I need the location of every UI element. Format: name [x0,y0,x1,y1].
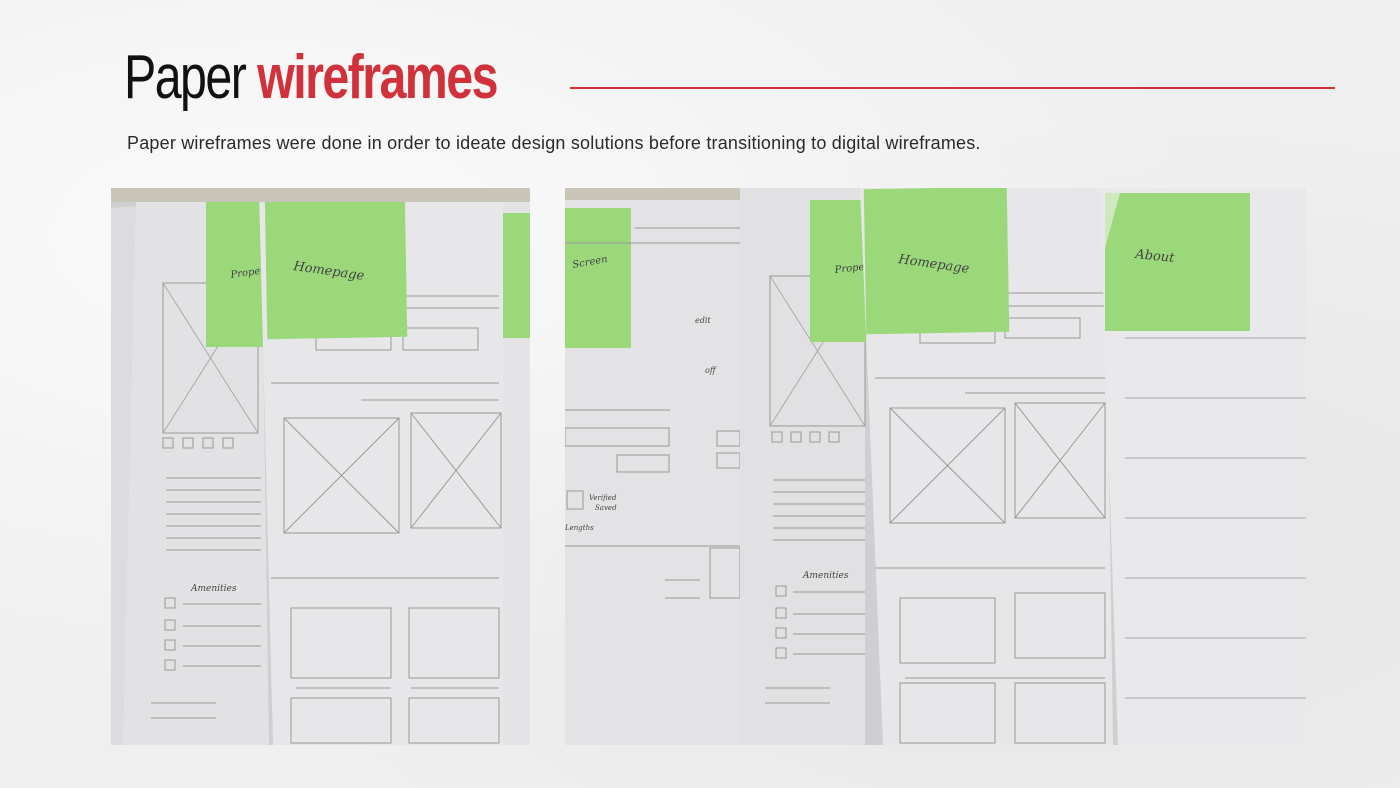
title-divider [570,87,1335,89]
amenities-label: Amenities [190,584,237,594]
wireframe-photo-2-illustration: Screen edit off Verified Saved Lengths A… [565,188,1306,745]
page-subtitle: Paper wireframes were done in order to i… [127,133,981,153]
small-label: Verified [589,494,617,502]
title-plain: Paper [124,43,247,112]
small-label: Lengths [565,524,594,532]
small-label: edit [695,316,711,325]
small-label: off [705,366,717,375]
wireframe-photo-1: Amenities Propert Homepage [111,188,530,745]
page-title: Paper wireframes [124,38,498,118]
small-label: Saved [595,504,617,512]
wireframe-photo-2: Screen edit off Verified Saved Lengths A… [565,188,1306,745]
title-accent: wireframes [257,43,498,112]
wireframe-photo-1-illustration: Amenities Propert Homepage [111,188,530,745]
amenities-label: Amenities [802,571,849,581]
